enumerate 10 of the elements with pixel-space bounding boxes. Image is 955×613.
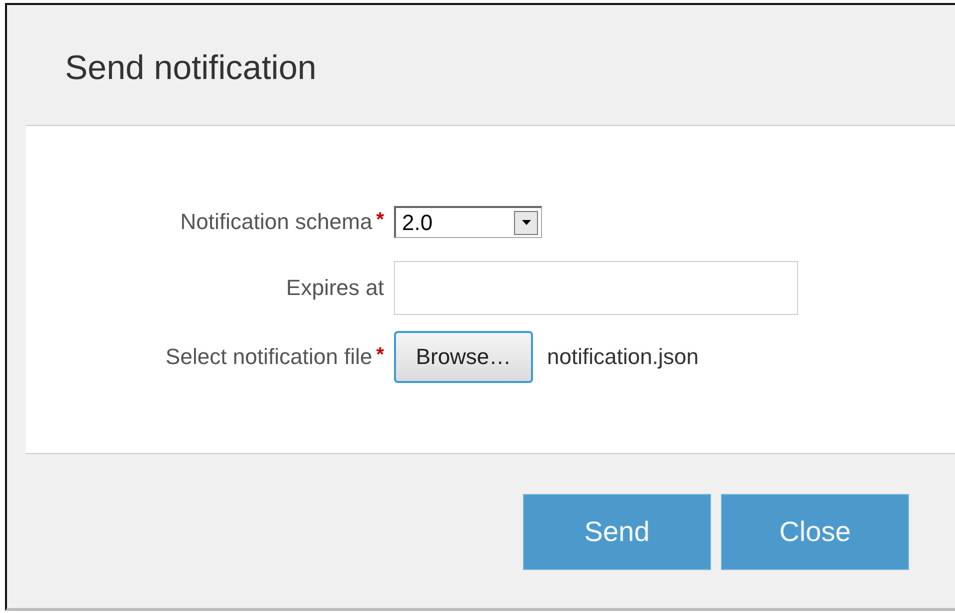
required-mark: *	[376, 209, 384, 232]
schema-dropdown[interactable]: 2.0	[394, 206, 542, 238]
required-mark: *	[376, 344, 384, 367]
field-label: Notification schema	[180, 209, 372, 235]
dialog-title: Send notification	[65, 49, 318, 88]
field-label: Select notification file	[166, 344, 372, 370]
field-label: Expires at	[286, 275, 384, 301]
input-field[interactable]	[394, 261, 798, 315]
browse-button[interactable]: Browse…	[394, 331, 533, 383]
file-name: notification.json	[547, 344, 699, 370]
